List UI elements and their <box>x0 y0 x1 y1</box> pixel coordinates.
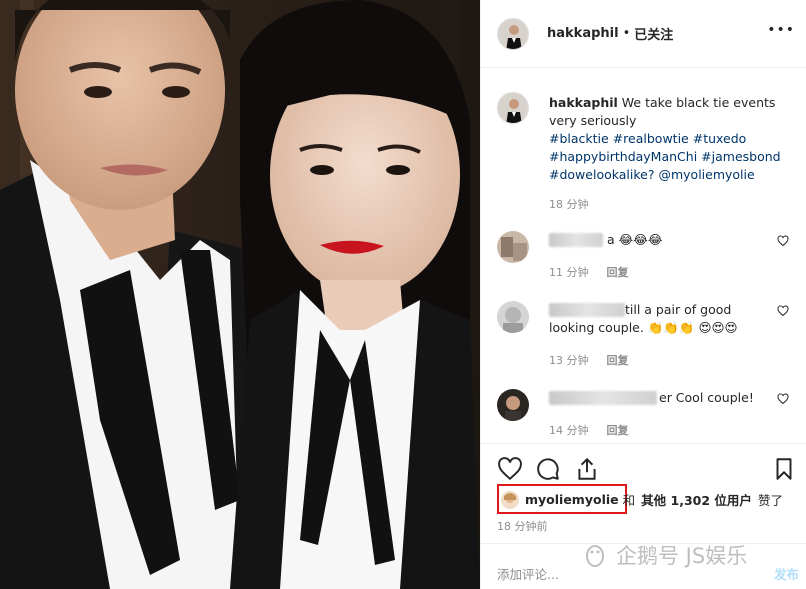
like-comment-heart-icon[interactable] <box>777 235 789 247</box>
caption-text-block: hakkaphil We take black tie events very … <box>549 94 801 184</box>
author-avatar[interactable] <box>497 17 529 50</box>
likes-and-text: 和 <box>622 493 636 508</box>
bookmark-save-icon[interactable] <box>771 456 797 482</box>
commenter-avatar[interactable] <box>497 231 529 263</box>
mention-link[interactable]: @myoliemyolie <box>658 167 754 182</box>
likes-others-link[interactable]: 其他 1,302 位用户 <box>641 490 752 509</box>
comment-meta: 14 分钟 回复 <box>549 422 629 438</box>
hashtag-link[interactable]: #dowelookalike? <box>549 167 654 182</box>
hashtag-link[interactable]: #jamesbond <box>701 149 780 164</box>
hashtag-link[interactable]: #realbowtie <box>613 131 689 146</box>
follow-status-button[interactable]: 已关注 <box>634 24 673 43</box>
reply-button[interactable]: 回复 <box>607 266 629 279</box>
like-heart-icon[interactable] <box>497 456 523 482</box>
hashtag-link[interactable]: #tuxedo <box>693 131 747 146</box>
reply-button[interactable]: 回复 <box>607 424 629 437</box>
post-timestamp: 18 分钟前 <box>497 520 548 533</box>
comment-timestamp: 13 分钟 <box>549 354 589 367</box>
commenter-avatar[interactable] <box>497 301 529 333</box>
hashtag-link[interactable]: #blacktie <box>549 131 609 146</box>
comment-meta: 13 分钟 回复 <box>549 352 629 368</box>
likes-summary: myoliemyolie 和 其他 1,302 位用户 赞了 <box>501 490 783 509</box>
like-comment-heart-icon[interactable] <box>777 393 789 405</box>
comment-item: a 😂😂😂 11 分钟 回复 <box>497 231 797 301</box>
blurred-username <box>549 233 603 247</box>
comment-text-content: till a pair of good looking couple. 👏👏👏 … <box>549 302 738 335</box>
likes-count: 1,302 <box>670 493 711 508</box>
likes-liked-text: 赞了 <box>757 493 783 508</box>
watermark-text: 企鹅号 JS娱乐 <box>616 544 748 568</box>
comment-timestamp: 11 分钟 <box>549 266 589 279</box>
reply-button[interactable]: 回复 <box>607 354 629 367</box>
caption-timestamp: 18 分钟 <box>549 198 589 211</box>
caption-author-avatar[interactable] <box>497 92 529 124</box>
post-sidebar: hakkaphil • 已关注 ••• hakkaphil We take bl… <box>480 0 806 589</box>
couple-photo-image <box>0 0 480 589</box>
penguin-logo-icon <box>586 545 604 567</box>
liker-avatar[interactable] <box>501 490 519 509</box>
separator-dot: • <box>622 26 631 41</box>
add-comment-input[interactable]: 添加评论... <box>497 564 559 583</box>
watermark: 企鹅号 JS娱乐 <box>582 540 747 570</box>
post-comment-button[interactable]: 发布 <box>774 564 799 583</box>
post-photo[interactable] <box>0 0 480 589</box>
like-comment-heart-icon[interactable] <box>777 305 789 317</box>
liker-username[interactable]: myoliemyolie <box>525 492 619 507</box>
author-username[interactable]: hakkaphil <box>547 26 619 41</box>
comment-bubble-icon[interactable] <box>535 456 561 482</box>
hashtag-link[interactable]: #happybirthdayManChi <box>549 149 697 164</box>
comment-meta: 11 分钟 回复 <box>549 264 629 280</box>
comment-timestamp: 14 分钟 <box>549 424 589 437</box>
caption-username[interactable]: hakkaphil <box>549 95 618 110</box>
comment-text: till a pair of good looking couple. 👏👏👏 … <box>549 301 769 337</box>
likes-others-label: 其他 <box>641 493 667 508</box>
commenter-avatar[interactable] <box>497 389 529 421</box>
share-icon[interactable] <box>574 456 600 482</box>
ellipsis-icon[interactable]: ••• <box>767 22 795 38</box>
blurred-username <box>549 391 657 405</box>
post-header: hakkaphil • 已关注 ••• <box>481 0 806 68</box>
likes-suffix: 位用户 <box>714 493 752 508</box>
comment-item: till a pair of good looking couple. 👏👏👏 … <box>497 301 797 371</box>
